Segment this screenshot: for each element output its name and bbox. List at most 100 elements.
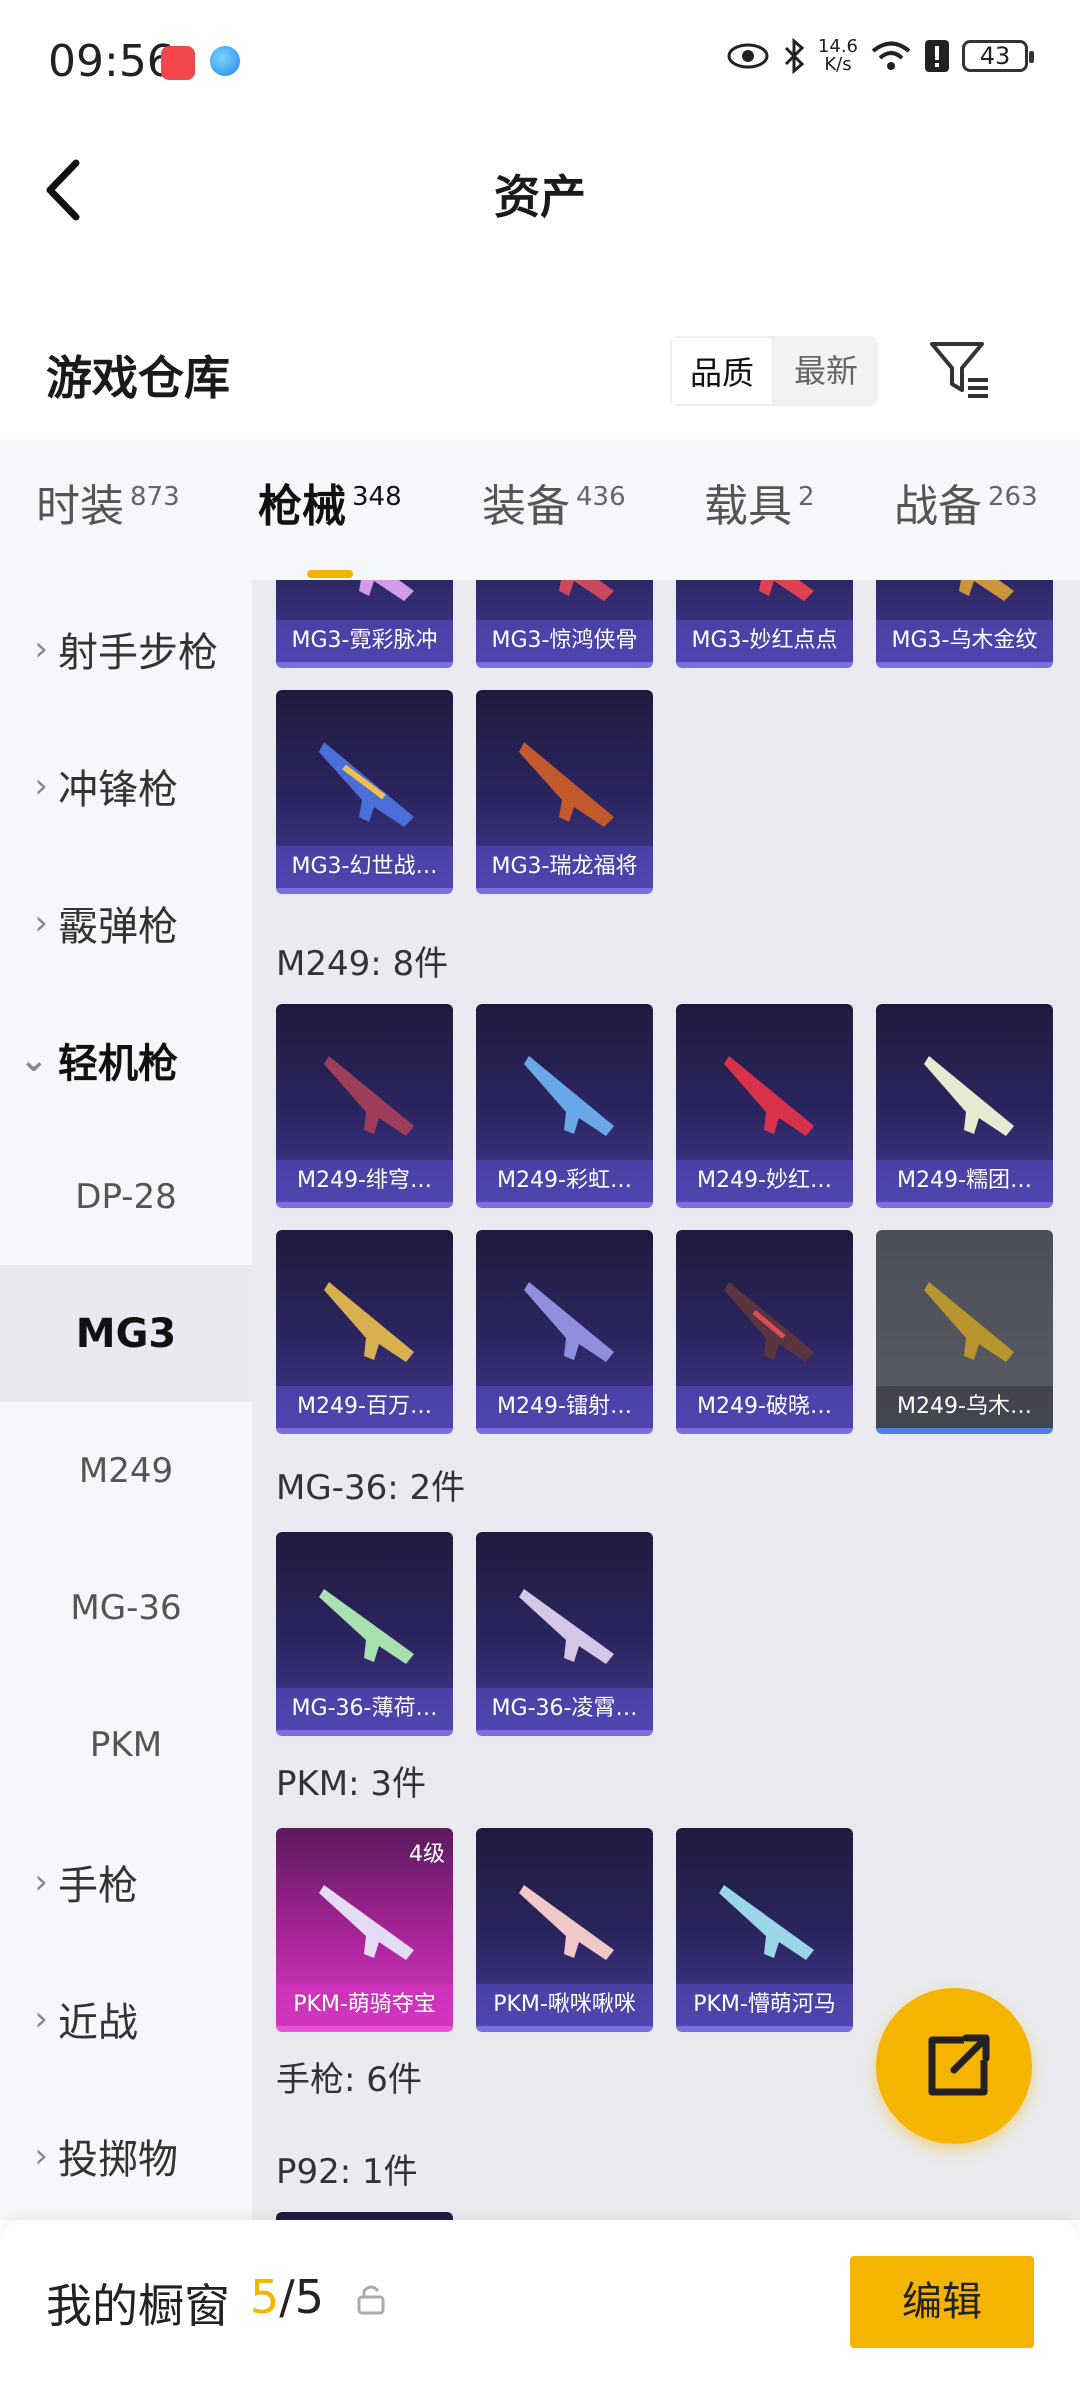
- skin-name: M249-妙红…: [676, 1160, 853, 1202]
- filter-icon[interactable]: [928, 338, 992, 402]
- skin-card[interactable]: M249-妙红…: [676, 1004, 853, 1208]
- skin-name: MG3-乌木金纹: [876, 620, 1053, 662]
- skin-name: MG3-幻世战…: [276, 846, 453, 888]
- alert-icon: [925, 40, 949, 72]
- gun-image-icon: [359, 580, 414, 601]
- gun-image-icon: [519, 742, 614, 827]
- skin-card[interactable]: MG-36-薄荷…: [276, 1532, 453, 1736]
- gun-image-icon: [924, 1282, 1014, 1362]
- weapon-skin-grid: MG3-霓彩脉冲 MG3-惊鸿侠骨 MG3-妙红点点 MG3-乌木金纹 MG3-…: [252, 580, 1080, 2220]
- gun-image-icon: [319, 1885, 414, 1960]
- group-header-mg36: MG-36: 2件: [276, 1468, 466, 1508]
- skin-card[interactable]: M249-乌木…: [876, 1230, 1053, 1434]
- gun-image-icon: [319, 1589, 414, 1664]
- gun-image-icon: [959, 580, 1014, 601]
- skin-name: PKM-懵萌河马: [676, 1984, 853, 2026]
- skin-card[interactable]: MG3-幻世战…: [276, 690, 453, 894]
- sidebar-subitem-pkm[interactable]: PKM: [0, 1676, 252, 1813]
- gun-image-icon: [324, 1282, 414, 1362]
- group-header-pistol: 手枪: 6件: [276, 2060, 422, 2100]
- skin-name: M249-乌木…: [876, 1386, 1053, 1428]
- skin-card[interactable]: MG-36-凌霄…: [476, 1532, 653, 1736]
- sort-toggle: 品质 最新: [670, 336, 878, 406]
- sidebar-item-pistol[interactable]: › 手枪: [0, 1813, 252, 1950]
- sidebar-subitem-mg36[interactable]: MG-36: [0, 1539, 252, 1676]
- sidebar-item-melee[interactable]: › 近战: [0, 1950, 252, 2087]
- top-bar: 资产: [0, 125, 1080, 255]
- gun-image-icon: [319, 742, 414, 827]
- status-time: 09:56: [48, 36, 175, 87]
- status-bar: 09:56 14.6 K/s 43: [0, 0, 1080, 125]
- sidebar-subitem-mg3[interactable]: MG3: [0, 1265, 252, 1402]
- skin-name: M249-破晓…: [676, 1386, 853, 1428]
- skin-card[interactable]: PKM-懵萌河马: [676, 1828, 853, 2032]
- wifi-icon: [871, 41, 911, 70]
- skin-card[interactable]: M249-糯团…: [876, 1004, 1053, 1208]
- sidebar-item-shotgun[interactable]: › 霰弹枪: [0, 854, 252, 991]
- sidebar-item-marksman-rifle[interactable]: › 射手步枪: [0, 580, 252, 717]
- gun-image-icon: [324, 1056, 414, 1136]
- skin-name: MG3-瑞龙福将: [476, 846, 653, 888]
- skin-card[interactable]: M249-百万…: [276, 1230, 453, 1434]
- skin-name: MG3-惊鸿侠骨: [476, 620, 653, 662]
- sidebar-subitem-m249[interactable]: M249: [0, 1402, 252, 1539]
- skin-card[interactable]: M249-破晓…: [676, 1230, 853, 1434]
- tab-equipment[interactable]: 装备 436: [482, 470, 626, 534]
- skin-card[interactable]: M249-彩虹…: [476, 1004, 653, 1208]
- gun-image-icon: [724, 1282, 814, 1362]
- sort-quality-button[interactable]: 品质: [670, 336, 774, 406]
- chevron-right-icon: ›: [34, 902, 48, 943]
- gun-image-icon: [759, 580, 814, 601]
- status-icons: 14.6 K/s 43: [726, 36, 1034, 75]
- skin-card[interactable]: MG3-惊鸿侠骨: [476, 580, 653, 668]
- lock-icon: [357, 2285, 385, 2315]
- skin-card[interactable]: MG3-霓彩脉冲: [276, 580, 453, 668]
- sidebar-item-lmg[interactable]: ⌄ 轻机枪: [0, 991, 252, 1128]
- gun-image-icon: [524, 1056, 614, 1136]
- chevron-right-icon: ›: [34, 2135, 48, 2176]
- chevron-right-icon: ›: [34, 1861, 48, 1902]
- skin-name: PKM-啾咪啾咪: [476, 1984, 653, 2026]
- gun-image-icon: [559, 580, 614, 601]
- tab-supplies[interactable]: 战备 263: [894, 470, 1038, 534]
- active-tab-indicator: [306, 570, 353, 578]
- skin-card[interactable]: M249-镭射…: [476, 1230, 653, 1434]
- tab-guns[interactable]: 枪械 348: [258, 470, 402, 578]
- gun-image-icon: [519, 1589, 614, 1664]
- gun-image-icon: [519, 1885, 614, 1960]
- chevron-right-icon: ›: [34, 765, 48, 806]
- sort-newest-button[interactable]: 最新: [774, 336, 878, 406]
- app-notification-icon: [161, 46, 195, 80]
- skin-card[interactable]: 4级 PKM-萌骑夺宝: [276, 1828, 453, 2032]
- group-header-p92: P92: 1件: [276, 2152, 418, 2192]
- sidebar-subitem-dp28[interactable]: DP-28: [0, 1128, 252, 1265]
- skin-card[interactable]: PKM-啾咪啾咪: [476, 1828, 653, 2032]
- chevron-down-icon: ⌄: [19, 1039, 49, 1080]
- showcase-count: 5/5: [250, 2270, 325, 2324]
- skin-name: PKM-萌骑夺宝: [276, 1984, 453, 2026]
- skin-card[interactable]: MG3-乌木金纹: [876, 580, 1053, 668]
- edit-button[interactable]: 编辑: [850, 2256, 1034, 2348]
- share-fab-button[interactable]: [876, 1988, 1032, 2144]
- showcase-bar: 我的橱窗 5/5 编辑: [0, 2220, 1080, 2382]
- skin-name: M249-百万…: [276, 1386, 453, 1428]
- gun-image-icon: [724, 1056, 814, 1136]
- skin-name: M249-绯穹…: [276, 1160, 453, 1202]
- browser-notification-icon: [210, 46, 240, 76]
- group-header-pkm: PKM: 3件: [276, 1764, 427, 1804]
- skin-card[interactable]: M249-绯穹…: [276, 1004, 453, 1208]
- sidebar-item-smg[interactable]: › 冲锋枪: [0, 717, 252, 854]
- tab-fashion[interactable]: 时装 873: [36, 470, 180, 534]
- tab-vehicles[interactable]: 载具 2: [704, 470, 815, 534]
- sidebar-item-throwable[interactable]: › 投掷物: [0, 2087, 252, 2224]
- skin-card[interactable]: MG3-妙红点点: [676, 580, 853, 668]
- skin-name: M249-糯团…: [876, 1160, 1053, 1202]
- skin-name: MG-36-薄荷…: [276, 1688, 453, 1730]
- battery-indicator: 43: [962, 40, 1034, 72]
- skin-name: M249-镭射…: [476, 1386, 653, 1428]
- warehouse-header: 游戏仓库 品质 最新: [0, 320, 1080, 440]
- skin-card[interactable]: [276, 2212, 453, 2220]
- skin-card[interactable]: MG3-瑞龙福将: [476, 690, 653, 894]
- page-title: 资产: [494, 170, 586, 224]
- network-speed: 14.6 K/s: [817, 36, 858, 75]
